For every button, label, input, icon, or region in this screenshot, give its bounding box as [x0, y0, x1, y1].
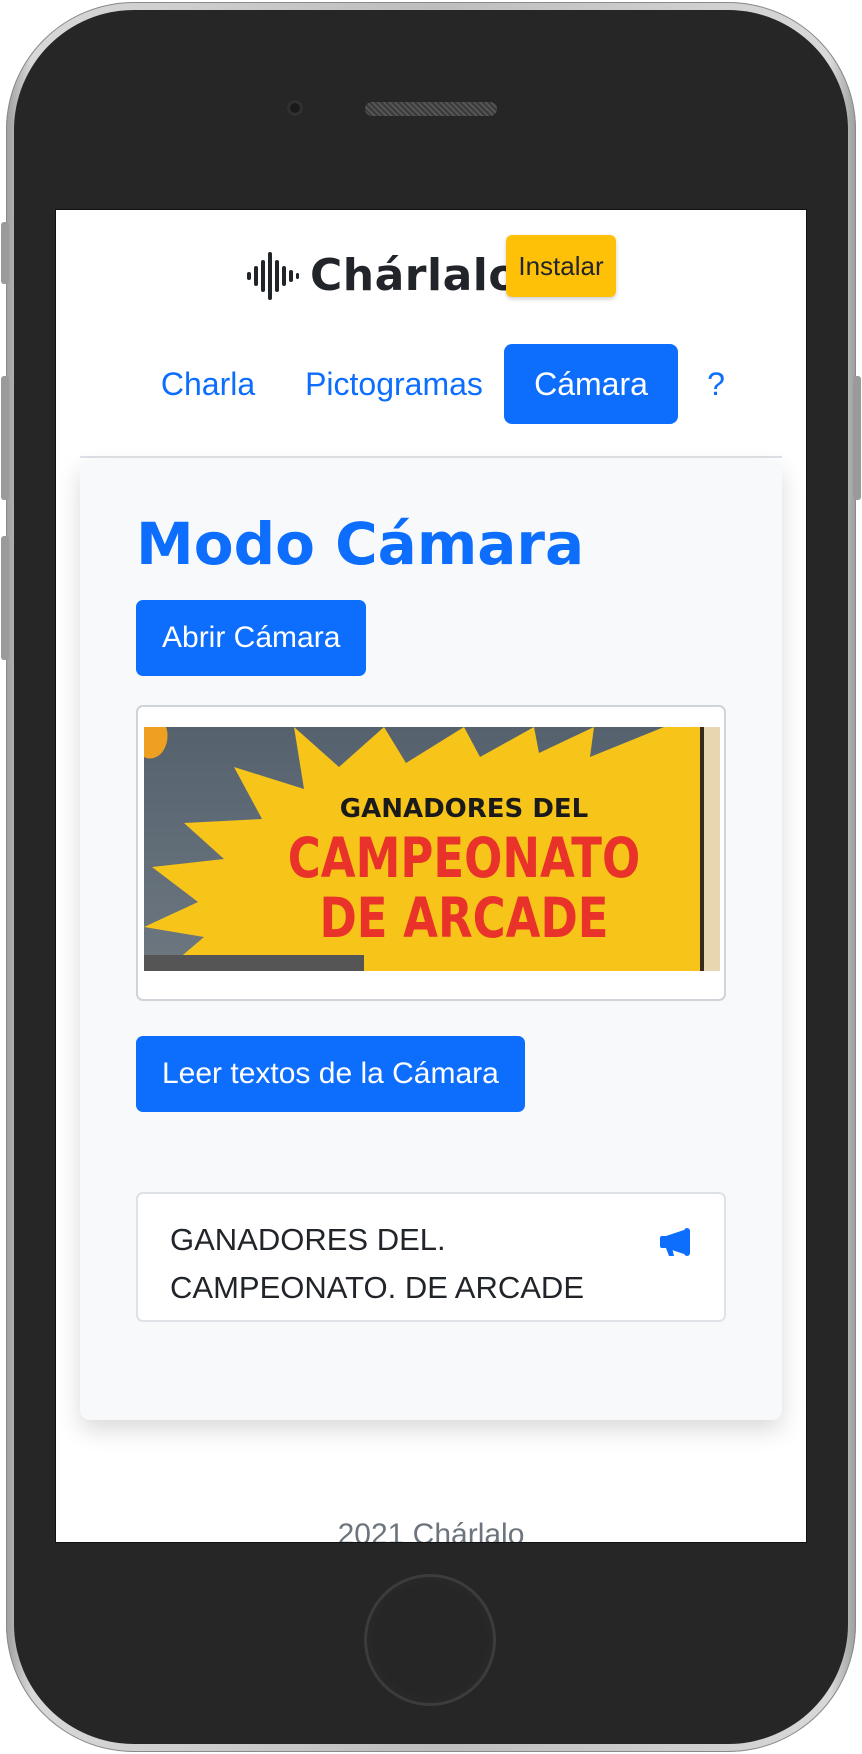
tab-charla[interactable]: Charla: [128, 344, 288, 424]
front-camera: [287, 100, 303, 116]
volume-down-button: [1, 536, 9, 660]
main-nav: Charla Pictogramas Cámara ?: [56, 344, 806, 426]
mute-switch: [1, 222, 9, 284]
app-screen: Chárlalo Instalar Charla Pictogramas Cám…: [55, 209, 807, 1543]
megaphone-icon[interactable]: [658, 1224, 694, 1260]
recognized-text-box: GANADORES DEL. CAMPEONATO. DE ARCADE: [136, 1192, 726, 1322]
camera-feed: GANADORES DEL CAMPEONATO DE ARCADE: [144, 727, 720, 971]
camera-preview: GANADORES DEL CAMPEONATO DE ARCADE: [136, 705, 726, 1001]
brand-name: Chárlalo: [310, 250, 520, 301]
feed-text: GANADORES DEL CAMPEONATO DE ARCADE: [288, 794, 640, 950]
viewport: Chárlalo Instalar Charla Pictogramas Cám…: [0, 0, 862, 1754]
page-title: Modo Cámara: [136, 510, 585, 578]
home-button[interactable]: [364, 1574, 496, 1706]
feed-text-line1: GANADORES DEL: [340, 794, 589, 824]
tab-help[interactable]: ?: [686, 344, 746, 424]
soundwave-icon: [246, 251, 300, 300]
recognized-text: GANADORES DEL. CAMPEONATO. DE ARCADE: [170, 1222, 584, 1305]
tab-camara[interactable]: Cámara: [504, 344, 678, 424]
app-header: Chárlalo Instalar: [56, 210, 806, 320]
open-camera-button[interactable]: Abrir Cámara: [136, 600, 367, 676]
feed-text-line3: DE ARCADE: [319, 886, 608, 951]
nav-divider: [80, 456, 782, 458]
install-button[interactable]: Instalar: [506, 235, 616, 297]
camera-mode-card: Modo Cámara Abrir Cámara GANADORES DEL C…: [80, 460, 782, 1420]
power-button: [853, 376, 861, 500]
brand[interactable]: Chárlalo: [246, 250, 519, 301]
earpiece-speaker: [365, 102, 497, 116]
read-camera-text-button[interactable]: Leer textos de la Cámara: [136, 1036, 525, 1112]
tab-pictogramas[interactable]: Pictogramas: [294, 344, 494, 424]
footer-text: 2021 Chárlalo: [337, 1518, 525, 1543]
feed-text-line2: CAMPEONATO: [288, 826, 640, 891]
volume-up-button: [1, 376, 9, 500]
